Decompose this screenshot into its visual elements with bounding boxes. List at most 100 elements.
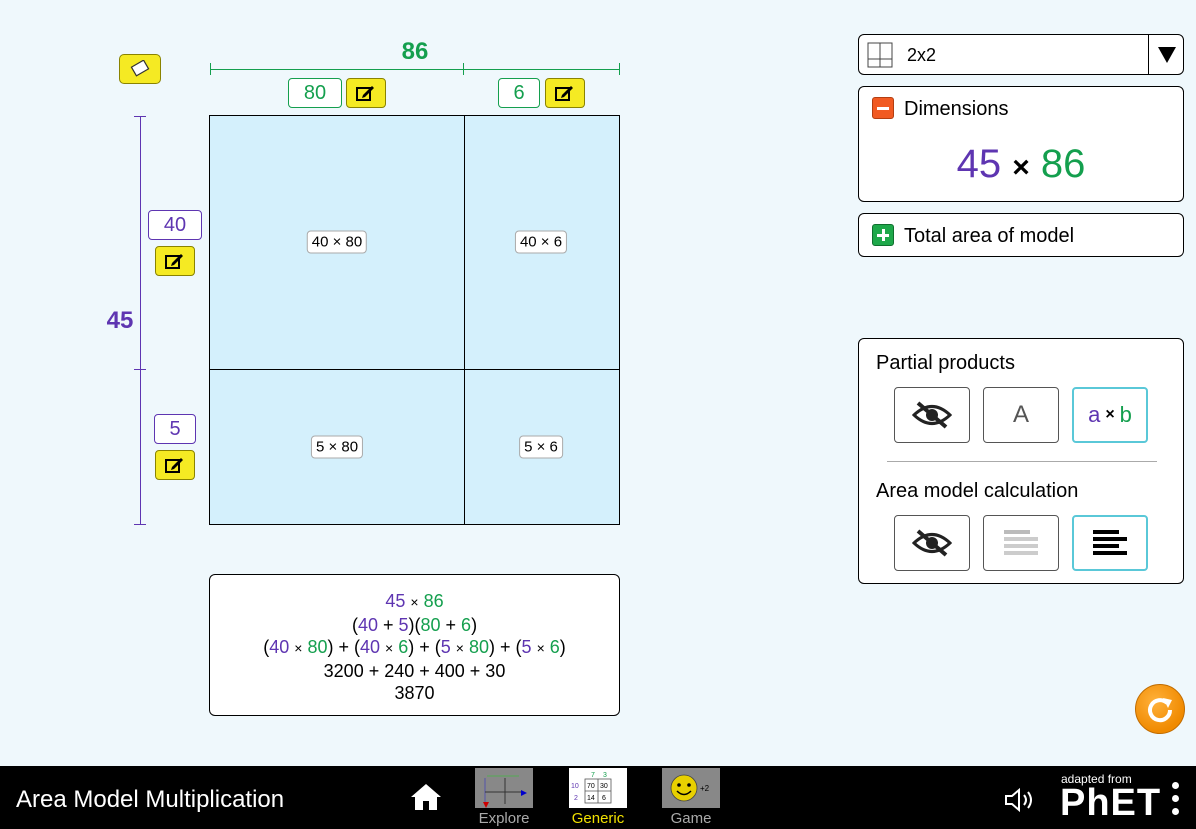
home-icon[interactable] xyxy=(409,782,443,812)
app-title: Area Model Multiplication xyxy=(16,786,285,813)
calc-term: 40 xyxy=(269,637,290,657)
calc-term: 5 xyxy=(398,614,409,635)
height-tick-mid xyxy=(134,369,146,370)
calc-height: 45 xyxy=(385,591,406,611)
svg-text:+2: +2 xyxy=(700,784,710,793)
erase-button[interactable] xyxy=(119,54,161,84)
reset-all-button[interactable] xyxy=(1135,684,1185,734)
option-ab-a: a xyxy=(1088,402,1101,427)
calc-times: × xyxy=(410,594,419,610)
calc-times: × xyxy=(455,640,464,656)
dimensions-height: 45 xyxy=(956,142,1002,186)
navigation-bar: Area Model Multiplication Explore 7 3 10… xyxy=(0,766,1196,829)
calc-times: × xyxy=(294,640,303,656)
dimensions-width: 86 xyxy=(1040,142,1086,186)
svg-text:30: 30 xyxy=(600,783,608,790)
display-settings-panel: Partial products A a × b Area model calc… xyxy=(858,338,1184,584)
svg-text:14: 14 xyxy=(587,795,595,802)
layout-selector-value: 2x2 xyxy=(907,45,937,65)
calculation-panel: 45 × 86 (40 + 5)(80 + 6) (40 × 80) + (40… xyxy=(209,574,620,716)
dimensions-panel: Dimensions 45 × 86 xyxy=(858,86,1184,202)
calc-term: 6 xyxy=(549,637,560,657)
game-thumbnail-icon: +2 xyxy=(662,768,720,808)
edit-width-term-2-button[interactable] xyxy=(545,78,585,108)
height-tick-bottom xyxy=(134,524,146,525)
calc-term: 6 xyxy=(461,614,472,635)
calculation-line-by-line-button[interactable] xyxy=(983,515,1059,571)
calculation-hide-button[interactable] xyxy=(894,515,970,571)
option-ab-b: b xyxy=(1119,402,1132,427)
dimensions-title: Dimensions xyxy=(904,98,1009,120)
width-tick-left xyxy=(210,63,211,75)
collapse-dimensions-button[interactable] xyxy=(872,97,894,119)
calc-line-5: 3200 + 240 + 400 + 30 xyxy=(323,660,506,681)
option-a-label: A xyxy=(1012,401,1029,428)
reset-icon xyxy=(1148,698,1173,723)
lines-full-icon xyxy=(1093,530,1127,555)
partial-products-axb-button[interactable]: a × b xyxy=(1072,387,1148,443)
total-area-panel: Total area of model xyxy=(858,213,1184,257)
edit-width-term-1-button[interactable] xyxy=(346,78,386,108)
nav-screen-game[interactable]: +2 Game xyxy=(655,766,727,827)
generic-thumbnail-icon: 7 3 10 2 70 30 14 6 xyxy=(569,768,627,808)
width-tick-right xyxy=(619,63,620,75)
width-term-2-box[interactable]: 6 xyxy=(498,78,540,108)
eye-slash-icon xyxy=(912,529,952,557)
plus-icon xyxy=(877,229,889,241)
grid-layout-icon xyxy=(867,42,893,68)
svg-text:10: 10 xyxy=(571,783,579,790)
edit-icon xyxy=(555,86,573,101)
height-dimension-line xyxy=(140,116,141,525)
calc-term: 5 xyxy=(440,637,451,657)
calculation-show-all-button[interactable] xyxy=(1072,515,1148,571)
edit-height-term-1-button[interactable] xyxy=(155,246,195,276)
calc-term: 6 xyxy=(398,637,409,657)
calc-line-2: (40 + 5)(80 + 6) xyxy=(351,614,478,635)
settings-divider xyxy=(887,461,1157,462)
calc-line-6: 3870 xyxy=(394,683,435,703)
height-term-1-box[interactable]: 40 xyxy=(148,210,202,240)
lines-faded-icon xyxy=(1004,530,1038,555)
option-ab-times: × xyxy=(1105,406,1115,423)
calc-term: 80 xyxy=(420,614,441,635)
eraser-icon xyxy=(130,60,150,77)
height-tick-top xyxy=(134,116,146,117)
nav-screen-generic[interactable]: 7 3 10 2 70 30 14 6 Generic xyxy=(562,766,634,827)
width-dimension-line xyxy=(210,69,620,70)
grid-vertical-divider xyxy=(464,116,465,524)
grid-horizontal-divider xyxy=(210,369,619,370)
width-term-1-box[interactable]: 80 xyxy=(288,78,342,108)
svg-text:2: 2 xyxy=(574,795,578,802)
height-term-2-box[interactable]: 5 xyxy=(154,414,196,444)
edit-icon xyxy=(356,86,374,101)
expand-total-area-button[interactable] xyxy=(872,224,894,246)
edit-icon xyxy=(165,458,183,473)
partial-products-hide-button[interactable] xyxy=(894,387,970,443)
svg-text:7: 7 xyxy=(591,772,595,779)
dimensions-times: × xyxy=(1012,151,1030,184)
partial-product-r0c0: 40 × 80 xyxy=(306,230,368,254)
explore-thumbnail-icon xyxy=(475,768,533,808)
svg-text:3: 3 xyxy=(603,772,607,779)
svg-text:6: 6 xyxy=(602,795,606,802)
calc-times: × xyxy=(536,640,545,656)
edit-height-term-2-button[interactable] xyxy=(155,450,195,480)
layout-selector[interactable]: 2x2 xyxy=(858,34,1184,75)
combo-separator xyxy=(1148,35,1149,74)
chevron-down-icon[interactable] xyxy=(1157,46,1177,64)
sound-icon[interactable] xyxy=(1003,786,1039,814)
dimensions-expression: 45 × 86 xyxy=(859,142,1183,187)
area-model-grid: 40 × 80 40 × 6 5 × 80 5 × 6 xyxy=(209,115,620,525)
total-height-label: 45 xyxy=(106,307,134,334)
phet-logo[interactable]: PhET xyxy=(1060,782,1161,825)
calc-term: 80 xyxy=(469,637,490,657)
partial-products-a-button[interactable]: A xyxy=(983,387,1059,443)
area-model-calculation-title: Area model calculation xyxy=(876,480,1079,502)
nav-screen-explore[interactable]: Explore xyxy=(468,766,540,827)
calc-times: × xyxy=(385,640,394,656)
width-tick-mid xyxy=(463,63,464,75)
game-label: Game xyxy=(670,810,712,827)
options-menu-icon[interactable] xyxy=(1170,782,1180,816)
generic-label: Generic xyxy=(571,810,625,827)
calc-term: 40 xyxy=(359,637,381,657)
